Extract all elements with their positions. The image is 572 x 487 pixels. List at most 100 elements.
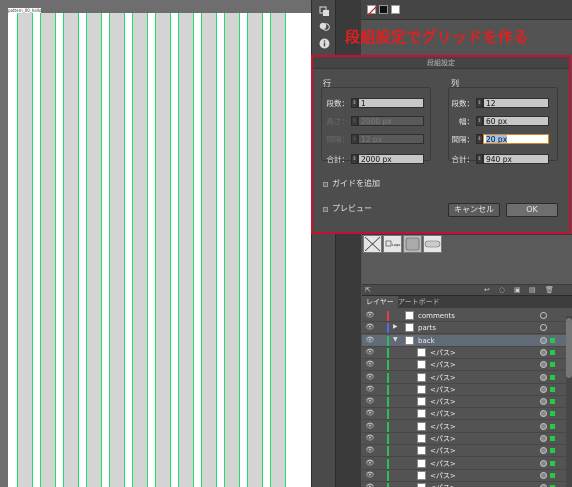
selection-indicator[interactable] <box>550 362 555 368</box>
selection-indicator[interactable] <box>550 423 555 429</box>
visibility-eye-icon[interactable]: 👁 <box>365 323 375 331</box>
layer-sublayer-row[interactable]: 👁 <パス> <box>362 470 566 482</box>
target-circle-icon[interactable] <box>540 361 547 369</box>
grid-column <box>155 13 171 487</box>
target-circle-icon[interactable] <box>540 410 547 418</box>
target-circle-icon[interactable] <box>540 385 547 393</box>
grid-column <box>247 13 263 487</box>
visibility-eye-icon[interactable]: 👁 <box>365 483 375 487</box>
rows-count-stepper[interactable]: ⇕ <box>351 98 358 108</box>
ok-button[interactable]: OK <box>506 203 558 217</box>
cancel-button[interactable]: キャンセル <box>448 203 500 217</box>
layer-name: <パス> <box>430 373 456 382</box>
visibility-eye-icon[interactable]: 👁 <box>365 471 375 479</box>
visibility-eye-icon[interactable]: 👁 <box>365 397 375 405</box>
layer-sublayer-row[interactable]: 👁 <パス> <box>362 433 566 445</box>
rows-total-field[interactable]: 2000 px <box>358 154 424 164</box>
layers-stack-icon[interactable] <box>317 5 331 17</box>
columns-count-stepper[interactable]: ⇕ <box>476 98 483 108</box>
layer-sublayer-row[interactable]: 👁 <パス> <box>362 359 566 372</box>
columns-count-field[interactable]: 12 <box>483 98 549 108</box>
none-swatch[interactable] <box>367 5 377 15</box>
layer-sublayer-row[interactable]: 👁 <パス> <box>362 384 566 396</box>
collapse-arrow-icon[interactable]: ▼ <box>393 336 398 343</box>
layer-sublayer-row[interactable]: 👁 <パス> <box>362 482 566 487</box>
target-circle-icon[interactable] <box>540 324 547 332</box>
columns-total-stepper[interactable]: ⇕ <box>476 154 483 164</box>
add-guides-checkbox[interactable] <box>323 182 328 187</box>
artboard-sheet[interactable] <box>8 13 311 487</box>
layer-sublayer-row[interactable]: 👁 <パス> <box>362 408 566 421</box>
place-symbol-icon[interactable]: ⇱ <box>365 286 371 294</box>
layer-sublayer-row[interactable]: 👁 <パス> <box>362 396 566 409</box>
symbol-thumb-rounded-box[interactable] <box>403 235 422 253</box>
visibility-eye-icon[interactable]: 👁 <box>365 360 375 368</box>
columns-gutter-field[interactable]: 20 px <box>483 134 549 144</box>
grid-column <box>132 13 148 487</box>
selection-indicator[interactable] <box>550 399 555 405</box>
visibility-eye-icon[interactable]: 👁 <box>365 348 375 356</box>
layer-sublayer-row[interactable]: 👁 <パス> <box>362 347 566 359</box>
artboard-canvas[interactable]: pattern_00_hello <box>0 0 311 487</box>
black-swatch[interactable] <box>379 5 388 14</box>
layer-row[interactable]: 👁 ▼ back <box>362 334 566 347</box>
symbol-thumb-logo[interactable]: Logo <box>383 235 402 253</box>
selection-indicator[interactable] <box>550 411 555 417</box>
symbol-thumb-button[interactable] <box>423 235 442 253</box>
layer-row[interactable]: 👁 ▶ parts <box>362 322 566 335</box>
target-circle-icon[interactable] <box>540 447 547 455</box>
target-circle-icon[interactable] <box>540 459 547 467</box>
layer-sublayer-row[interactable]: 👁 <パス> <box>362 445 566 458</box>
info-icon[interactable] <box>317 37 331 49</box>
layer-sublayer-row[interactable]: 👁 <パス> <box>362 421 566 433</box>
preview-checkbox[interactable] <box>323 207 328 212</box>
visibility-eye-icon[interactable]: 👁 <box>365 409 375 417</box>
layer-sublayer-row[interactable]: 👁 <パス> <box>362 372 566 384</box>
target-circle-icon[interactable] <box>540 373 547 381</box>
visibility-eye-icon[interactable]: 👁 <box>365 336 375 344</box>
target-circle-icon[interactable] <box>540 336 547 344</box>
rows-total-stepper[interactable]: ⇕ <box>351 154 358 164</box>
selection-indicator[interactable] <box>550 337 555 343</box>
symbol-options-icon[interactable]: ◌ <box>499 286 505 294</box>
target-circle-icon[interactable] <box>540 398 547 406</box>
visibility-eye-icon[interactable]: 👁 <box>365 434 375 442</box>
visibility-eye-icon[interactable]: 👁 <box>365 422 375 430</box>
target-circle-icon[interactable] <box>540 312 547 319</box>
visibility-eye-icon[interactable]: 👁 <box>365 446 375 454</box>
visibility-eye-icon[interactable]: 👁 <box>365 459 375 467</box>
selection-indicator[interactable] <box>550 436 555 441</box>
delete-icon[interactable]: 🗑 <box>545 286 554 294</box>
layers-scroll-thumb[interactable] <box>566 318 572 378</box>
visibility-eye-icon[interactable]: 👁 <box>365 311 375 319</box>
layer-color-bar <box>387 397 389 408</box>
layer-sublayer-row[interactable]: 👁 <パス> <box>362 458 566 470</box>
selection-indicator[interactable] <box>550 374 555 380</box>
visibility-eye-icon[interactable]: 👁 <box>365 385 375 393</box>
selection-indicator[interactable] <box>550 386 555 392</box>
target-circle-icon[interactable] <box>540 471 547 479</box>
expand-arrow-icon[interactable]: ▶ <box>393 323 398 330</box>
rows-count-field[interactable]: 1 <box>358 98 424 108</box>
column-settings-dialog[interactable]: 段組設定 行 段数： ⇕ 1 高さ： ⇕ 2000 px 間隔： ⇕ 12 px… <box>311 55 571 234</box>
selection-indicator[interactable] <box>550 448 555 454</box>
target-circle-icon[interactable] <box>540 422 547 430</box>
layer-name: <パス> <box>430 459 456 468</box>
selection-indicator[interactable] <box>550 460 555 466</box>
columns-width-field[interactable]: 60 px <box>483 116 549 126</box>
columns-total-field[interactable]: 940 px <box>483 154 549 164</box>
columns-gutter-stepper[interactable]: ⇕ <box>476 134 483 144</box>
columns-width-stepper[interactable]: ⇕ <box>476 116 483 126</box>
layer-row[interactable]: 👁 comments <box>362 310 566 322</box>
visibility-eye-icon[interactable]: 👁 <box>365 373 375 381</box>
target-circle-icon[interactable] <box>540 435 547 442</box>
pathfinder-icon[interactable] <box>317 20 331 32</box>
target-circle-icon[interactable] <box>540 348 547 356</box>
new-symbol-icon[interactable]: ▣ <box>514 286 521 294</box>
selection-indicator[interactable] <box>550 472 555 478</box>
selection-indicator[interactable] <box>550 349 555 355</box>
white-swatch[interactable] <box>391 5 400 14</box>
duplicate-icon[interactable]: ▤ <box>529 286 536 294</box>
symbol-thumb-placeholder[interactable] <box>363 235 382 253</box>
break-link-icon[interactable]: ↩ <box>484 286 490 294</box>
